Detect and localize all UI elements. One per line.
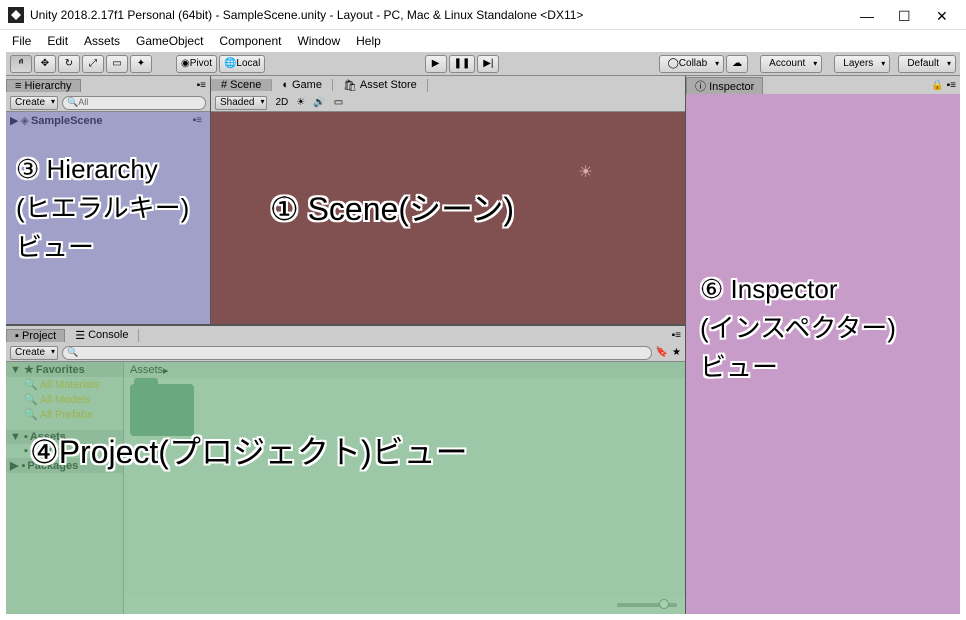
- inspector-lock-icon[interactable]: 🔒 ▪≡: [931, 80, 960, 91]
- project-create-dropdown[interactable]: Create: [10, 346, 58, 360]
- project-sidebar: ▼ ★ Favorites 🔍 All Materials 🔍 All Mode…: [6, 362, 124, 614]
- main-toolbar: ✥ ↻ ⤢ ▭ ✦ ◉ Pivot 🌐 Local ▶ ❚❚ ▶| ◯ Coll…: [6, 52, 960, 76]
- shaded-dropdown[interactable]: Shaded: [215, 96, 267, 110]
- menu-assets[interactable]: Assets: [84, 34, 120, 48]
- cloud-button[interactable]: ☁: [726, 55, 748, 73]
- project-panel: ▪ Project ☰ Console ▪≡ Create 🔍 🔖 ★ ▼ ★ …: [6, 324, 685, 614]
- console-tab[interactable]: ☰ Console: [65, 329, 139, 342]
- rect-tool-button[interactable]: ▭: [106, 55, 128, 73]
- window-titlebar: Unity 2018.2.17f1 Personal (64bit) - Sam…: [0, 0, 966, 30]
- thumbnail-size-slider[interactable]: [617, 603, 677, 607]
- fx-icon[interactable]: ▭: [334, 97, 343, 108]
- unity-logo-icon: [8, 7, 24, 23]
- maximize-button[interactable]: ☐: [898, 8, 912, 22]
- menu-file[interactable]: File: [12, 34, 31, 48]
- hand-tool-button[interactable]: [10, 55, 32, 73]
- move-tool-button[interactable]: ✥: [34, 55, 56, 73]
- assets-row[interactable]: ▼ ▪ Assets: [6, 430, 123, 444]
- fav-all-prefabs[interactable]: 🔍 All Prefabs: [6, 407, 123, 422]
- scene-row[interactable]: ▶ ◈ SampleScene ▪≡: [6, 112, 210, 129]
- hierarchy-menu-icon[interactable]: ▪≡: [197, 80, 210, 91]
- window-title: Unity 2018.2.17f1 Personal (64bit) - Sam…: [30, 8, 860, 22]
- menu-bar: File Edit Assets GameObject Component Wi…: [0, 30, 966, 52]
- menu-gameobject[interactable]: GameObject: [136, 34, 203, 48]
- layers-dropdown[interactable]: Layers: [834, 55, 890, 73]
- hierarchy-panel: ≡ Hierarchy ▪≡ Create 🔍All ▶ ◈ SampleSce…: [6, 76, 211, 324]
- project-files-area[interactable]: [124, 378, 685, 596]
- menu-help[interactable]: Help: [356, 34, 381, 48]
- project-tab-menu-icon[interactable]: ▪≡: [672, 330, 685, 341]
- inspector-panel: ⓘ Inspector 🔒 ▪≡: [685, 76, 960, 614]
- asset-store-tab[interactable]: 🛍 Asset Store: [333, 79, 428, 92]
- project-breadcrumb[interactable]: Assets ▸: [124, 362, 685, 378]
- project-tab[interactable]: ▪ Project: [6, 329, 65, 342]
- play-button[interactable]: ▶: [425, 55, 447, 73]
- unity-scene-icon: ◈: [20, 114, 28, 127]
- fav-all-materials[interactable]: 🔍 All Materials: [6, 377, 123, 392]
- minimize-button[interactable]: —: [860, 8, 874, 22]
- app-body: ✥ ↻ ⤢ ▭ ✦ ◉ Pivot 🌐 Local ▶ ❚❚ ▶| ◯ Coll…: [6, 52, 960, 614]
- close-button[interactable]: ✕: [936, 8, 950, 22]
- pause-button[interactable]: ❚❚: [449, 55, 476, 73]
- search-filter-icon[interactable]: 🔖: [656, 347, 668, 358]
- game-tab[interactable]: ◐ Game: [272, 79, 333, 91]
- hierarchy-tab[interactable]: ≡ Hierarchy: [6, 79, 81, 92]
- collab-dropdown[interactable]: ◯ Collab: [659, 55, 725, 73]
- audio-icon[interactable]: 🔊: [313, 97, 325, 108]
- menu-component[interactable]: Component: [219, 34, 281, 48]
- project-search-input[interactable]: 🔍: [62, 346, 652, 360]
- search-star-icon[interactable]: ★: [672, 347, 681, 358]
- step-button[interactable]: ▶|: [477, 55, 499, 73]
- folder-icon[interactable]: [130, 384, 194, 436]
- favorites-header[interactable]: ▼ ★ Favorites: [6, 362, 123, 377]
- transform-tool-button[interactable]: ✦: [130, 55, 152, 73]
- local-button[interactable]: 🌐 Local: [219, 55, 265, 73]
- scene-tab[interactable]: # Scene: [211, 79, 272, 91]
- account-dropdown[interactable]: Account: [760, 55, 822, 73]
- packages-row[interactable]: ▶ ▪ Packages: [6, 458, 123, 473]
- lighting-icon[interactable]: ☀: [296, 97, 305, 108]
- 2d-toggle[interactable]: 2D: [275, 97, 288, 108]
- rotate-tool-button[interactable]: ↻: [58, 55, 80, 73]
- hierarchy-search-input[interactable]: 🔍All: [62, 96, 206, 110]
- menu-edit[interactable]: Edit: [47, 34, 68, 48]
- layout-dropdown[interactable]: Default: [898, 55, 956, 73]
- hierarchy-create-dropdown[interactable]: Create: [10, 96, 58, 110]
- pivot-button[interactable]: ◉ Pivot: [176, 55, 217, 73]
- fav-all-models[interactable]: 🔍 All Models: [6, 392, 123, 407]
- scenes-row[interactable]: ▪ Scenes: [6, 444, 123, 458]
- expand-icon: ▶: [10, 114, 18, 127]
- menu-window[interactable]: Window: [297, 34, 340, 48]
- scale-tool-button[interactable]: ⤢: [82, 55, 104, 73]
- inspector-tab[interactable]: ⓘ Inspector: [686, 77, 763, 94]
